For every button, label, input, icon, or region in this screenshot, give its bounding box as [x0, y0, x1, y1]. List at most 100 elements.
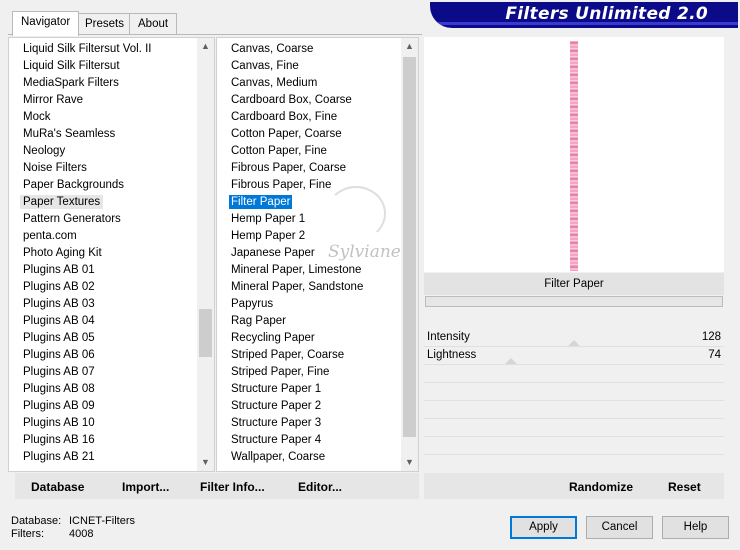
list-item[interactable]: Plugins AB 16 — [9, 432, 196, 449]
progress-bar — [425, 296, 723, 307]
list-item[interactable]: Neology — [9, 143, 196, 160]
list-item[interactable]: Paper Textures — [9, 194, 196, 211]
list-item-label: Japanese Paper — [231, 247, 315, 259]
list-item[interactable]: Plugins AB 01 — [9, 262, 196, 279]
list-item-label: Cotton Paper, Coarse — [231, 128, 342, 140]
list-item-label: MuRa's Seamless — [23, 128, 116, 140]
list-item[interactable]: Cotton Paper, Coarse — [217, 126, 400, 143]
tab-presets[interactable]: Presets — [76, 13, 133, 35]
category-scrollbar[interactable]: ▲ ▼ — [197, 38, 214, 471]
list-item[interactable]: Recycling Paper — [217, 330, 400, 347]
list-item-label: Structure Paper 1 — [231, 383, 322, 395]
list-item[interactable]: Plugins AB 08 — [9, 381, 196, 398]
database-info: Database: ICNET-Filters Filters: 4008 — [11, 515, 135, 541]
list-item[interactable]: Striped Paper, Coarse — [217, 347, 400, 364]
list-item-label: Recycling Paper — [231, 332, 315, 344]
list-item-label: Noise Filters — [23, 162, 87, 174]
list-item-label: Plugins AB 08 — [23, 383, 95, 395]
list-item[interactable]: Striped Paper, Fine — [217, 364, 400, 381]
list-item[interactable]: Pattern Generators — [9, 211, 196, 228]
list-item[interactable]: Plugins AB 06 — [9, 347, 196, 364]
list-item[interactable]: Plugins AB 21 — [9, 449, 196, 466]
filters-count-label: Filters: — [11, 528, 44, 540]
list-item[interactable]: Structure Paper 2 — [217, 398, 400, 415]
list-item-label: Plugins AB 16 — [23, 434, 95, 446]
list-item[interactable]: Liquid Silk Filtersut — [9, 58, 196, 75]
help-button[interactable]: Help — [662, 516, 729, 539]
scroll-down-arrow-icon[interactable]: ▼ — [401, 454, 418, 471]
randomize-button[interactable]: Randomize — [569, 480, 633, 494]
list-item[interactable]: Photo Aging Kit — [9, 245, 196, 262]
list-item[interactable]: Canvas, Fine — [217, 58, 400, 75]
list-item[interactable]: Plugins AB 02 — [9, 279, 196, 296]
filter-info-button[interactable]: Filter Info... — [200, 480, 265, 494]
list-item[interactable]: Canvas, Coarse — [217, 41, 400, 58]
cancel-button[interactable]: Cancel — [586, 516, 653, 539]
list-item[interactable]: Plugins AB 03 — [9, 296, 196, 313]
list-item[interactable]: penta.com — [9, 228, 196, 245]
tab-about[interactable]: About — [129, 13, 178, 35]
database-button[interactable]: Database — [31, 480, 84, 494]
app-banner: Filters Unlimited 2.0 — [430, 2, 738, 28]
list-item-label: Striped Paper, Fine — [231, 366, 330, 378]
list-item[interactable]: Liquid Silk Filtersut Vol. II — [9, 41, 196, 58]
list-item[interactable]: Noise Filters — [9, 160, 196, 177]
apply-button[interactable]: Apply — [510, 516, 577, 539]
list-item-label: Neology — [23, 145, 66, 157]
list-item[interactable]: Plugins AB 05 — [9, 330, 196, 347]
preview-image — [570, 41, 578, 271]
list-item-label: Canvas, Fine — [231, 60, 299, 72]
list-item[interactable]: Structure Paper 3 — [217, 415, 400, 432]
filter-name: Filter Paper — [424, 273, 724, 295]
list-item-label: Plugins AB 02 — [23, 281, 95, 293]
param-value: 74 — [708, 349, 721, 361]
list-item-label: Canvas, Coarse — [231, 43, 314, 55]
list-item[interactable]: Papyrus — [217, 296, 400, 313]
import-button[interactable]: Import... — [122, 480, 169, 494]
list-item[interactable]: Canvas, Medium — [217, 75, 400, 92]
editor-button[interactable]: Editor... — [298, 480, 342, 494]
list-item-label: Canvas, Medium — [231, 77, 318, 89]
list-item[interactable]: Plugins AB 07 — [9, 364, 196, 381]
category-list[interactable]: Liquid Silk Filtersut Vol. II Liquid Silk… — [8, 37, 215, 472]
param-value: 128 — [701, 331, 721, 343]
list-item[interactable]: Cardboard Box, Fine — [217, 109, 400, 126]
list-item[interactable]: Plugins AB 09 — [9, 398, 196, 415]
list-item[interactable]: Fibrous Paper, Coarse — [217, 160, 400, 177]
slider-handle[interactable] — [568, 340, 580, 346]
list-item-label: Plugins AB 10 — [23, 417, 95, 429]
list-item-label: Plugins AB 06 — [23, 349, 95, 361]
list-item[interactable]: Mirror Rave — [9, 92, 196, 109]
list-item[interactable]: MediaSpark Filters — [9, 75, 196, 92]
list-item-label: Liquid Silk Filtersut Vol. II — [23, 43, 152, 55]
list-item[interactable]: Plugins AB 10 — [9, 415, 196, 432]
param-lightness[interactable]: Lightness 74 — [424, 347, 724, 365]
list-item[interactable]: Structure Paper 1 — [217, 381, 400, 398]
list-item[interactable]: Cardboard Box, Coarse — [217, 92, 400, 109]
list-item[interactable]: MuRa's Seamless — [9, 126, 196, 143]
scroll-down-arrow-icon[interactable]: ▼ — [197, 454, 214, 471]
list-item[interactable]: Cotton Paper, Fine — [217, 143, 400, 160]
list-item-label: Paper Backgrounds — [23, 179, 125, 191]
list-item-label: Filter Paper — [229, 195, 293, 209]
list-item[interactable]: Structure Paper 4 — [217, 432, 400, 449]
scroll-up-arrow-icon[interactable]: ▲ — [197, 38, 214, 55]
list-item[interactable]: Wallpaper, Coarse — [217, 449, 400, 466]
slider-handle[interactable] — [505, 358, 517, 364]
list-item-label: Hemp Paper 2 — [231, 230, 306, 242]
list-item[interactable]: Mock — [9, 109, 196, 126]
preview-toolbar: Randomize Reset — [424, 473, 724, 499]
list-item[interactable]: Rag Paper — [217, 313, 400, 330]
list-item[interactable]: Plugins AB 04 — [9, 313, 196, 330]
reset-button[interactable]: Reset — [668, 480, 701, 494]
param-intensity[interactable]: Intensity 128 — [424, 329, 724, 347]
list-item-label: Plugins AB 09 — [23, 400, 95, 412]
param-row-empty — [424, 436, 724, 437]
scroll-up-arrow-icon[interactable]: ▲ — [401, 38, 418, 55]
tab-navigator[interactable]: Navigator — [12, 11, 80, 36]
list-item-label: Plugins AB 05 — [23, 332, 95, 344]
category-scroll-thumb[interactable] — [199, 309, 212, 357]
list-item[interactable]: Mineral Paper, Sandstone — [217, 279, 400, 296]
list-item-label: Photo Aging Kit — [23, 247, 102, 259]
list-item[interactable]: Paper Backgrounds — [9, 177, 196, 194]
